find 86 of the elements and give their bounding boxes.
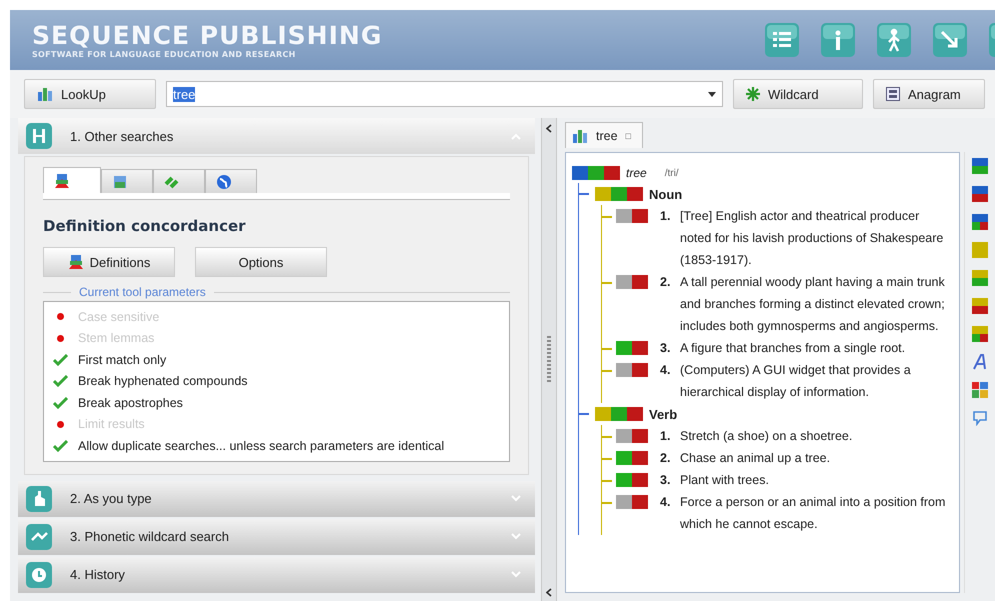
tool-tab[interactable] bbox=[205, 169, 257, 193]
sense-number: 3. bbox=[660, 472, 672, 489]
color-filter-icon[interactable] bbox=[972, 214, 988, 230]
sense-number: 2. bbox=[660, 274, 672, 291]
sense-number: 3. bbox=[660, 340, 672, 357]
parameter-label: First match only bbox=[78, 352, 166, 367]
tool-title: Definition concordancer bbox=[43, 217, 247, 235]
section-header[interactable]: 4. History bbox=[18, 556, 535, 592]
sense-marker-icon bbox=[616, 451, 648, 465]
sense-number: 1. bbox=[660, 428, 672, 445]
section-icon bbox=[26, 562, 52, 588]
color-filter-icon[interactable] bbox=[972, 326, 988, 342]
section-icon bbox=[26, 123, 52, 149]
links-icon bbox=[164, 174, 180, 190]
chevron-icon bbox=[511, 532, 521, 540]
lookup-button[interactable]: LookUp bbox=[24, 79, 156, 109]
sense-number: 4. bbox=[660, 362, 672, 379]
color-legend-icon bbox=[595, 407, 643, 421]
sense-definition: [Tree] English actor and theatrical producer noted for his lavish productions of Shakespeare (1853-1917). bbox=[680, 208, 944, 269]
wildcard-button[interactable]: Wildcard bbox=[733, 79, 863, 109]
asterisk-icon bbox=[746, 87, 760, 101]
walking-person-icon[interactable] bbox=[877, 23, 911, 57]
list-icon[interactable] bbox=[765, 23, 799, 57]
color-filter-icon[interactable] bbox=[972, 242, 988, 258]
color-legend-icon bbox=[595, 187, 643, 201]
definitions-icon bbox=[54, 172, 70, 188]
globe-icon bbox=[216, 174, 232, 190]
group-legend: Current tool parameters bbox=[43, 285, 510, 299]
section-header[interactable]: 3. Phonetic wildcard search bbox=[18, 518, 535, 554]
definitions-button[interactable]: Definitions bbox=[43, 247, 175, 277]
sense-definition: (Computers) A GUI widget that provides a hierarchical display of information. bbox=[680, 362, 912, 401]
sense-marker-icon bbox=[616, 495, 648, 509]
sense-number: 4. bbox=[660, 494, 672, 511]
bar-chart-icon bbox=[572, 128, 588, 144]
parameter-label: Allow duplicate searches... unless search parameters are identical bbox=[78, 438, 444, 453]
brand-subtitle: SOFTWARE FOR LANGUAGE EDUCATION AND RESEARCH bbox=[32, 50, 297, 59]
part-of-speech[interactable]: Verb bbox=[649, 406, 678, 422]
sense-marker-icon bbox=[616, 473, 648, 487]
tool-tab[interactable] bbox=[101, 169, 153, 193]
section-icon bbox=[26, 486, 52, 512]
sense-definition: Force a person or an animal into a position from which he cannot escape. bbox=[680, 494, 946, 533]
color-filter-icon[interactable] bbox=[972, 186, 988, 202]
anagram-button[interactable]: Anagram bbox=[873, 79, 985, 109]
chevron-icon bbox=[511, 570, 521, 578]
tab-close-button[interactable]: □ bbox=[626, 130, 631, 140]
bar-chart-icon bbox=[37, 86, 53, 102]
part-of-speech[interactable]: Noun bbox=[649, 186, 682, 202]
headword: tree bbox=[626, 166, 647, 180]
speech-bubble-icon[interactable] bbox=[972, 410, 988, 426]
pronunciation: /tri/ bbox=[664, 168, 679, 178]
sense-marker-icon bbox=[616, 341, 648, 355]
sense-definition: Chase an animal up a tree. bbox=[680, 450, 832, 467]
sense-definition: Stretch (a shoe) on a shoetree. bbox=[680, 428, 854, 445]
sense-marker-icon bbox=[616, 275, 648, 289]
result-tab[interactable]: tree □ bbox=[565, 122, 643, 148]
color-grid-icon[interactable] bbox=[972, 382, 988, 398]
section-header[interactable]: 2. As you type bbox=[18, 480, 535, 516]
sense-definition: A tall perennial woody plant having a main trunk and branches forming a distinct elevated crown; includes both gymnosperms and angiosperms. bbox=[680, 274, 946, 335]
document-icon bbox=[112, 174, 128, 190]
search-field[interactable]: tree bbox=[166, 81, 723, 107]
font-icon[interactable] bbox=[972, 354, 988, 370]
sense-definition: Plant with trees. bbox=[680, 472, 770, 489]
tool-tab[interactable] bbox=[153, 169, 205, 193]
sense-number: 2. bbox=[660, 450, 672, 467]
tool-tab[interactable] bbox=[43, 167, 101, 193]
brand-title: SEQUENCE PUBLISHING bbox=[32, 21, 384, 50]
color-filter-icon[interactable] bbox=[972, 158, 988, 174]
sense-marker-icon bbox=[616, 209, 648, 223]
color-filter-icon[interactable] bbox=[972, 270, 988, 286]
definitions-icon bbox=[68, 254, 84, 270]
section-header[interactable]: 1. Other searches bbox=[18, 118, 535, 154]
letters-icon bbox=[886, 87, 900, 101]
color-filter-icon[interactable] bbox=[972, 298, 988, 314]
info-icon[interactable] bbox=[821, 23, 855, 57]
sense-definition: A figure that branches from a single root. bbox=[680, 340, 906, 357]
sense-marker-icon bbox=[616, 429, 648, 443]
parameter-label: Break apostrophes bbox=[78, 396, 183, 410]
color-legend-icon bbox=[572, 166, 620, 180]
dropdown-arrow-icon[interactable] bbox=[708, 92, 716, 96]
sense-number: 1. bbox=[660, 208, 672, 225]
sense-marker-icon bbox=[616, 363, 648, 377]
section-icon bbox=[26, 524, 52, 550]
chevron-icon bbox=[511, 132, 521, 140]
parameter-label: Break hyphenated compounds bbox=[78, 374, 248, 388]
options-button[interactable]: Options bbox=[195, 247, 327, 277]
chevron-icon bbox=[511, 494, 521, 502]
